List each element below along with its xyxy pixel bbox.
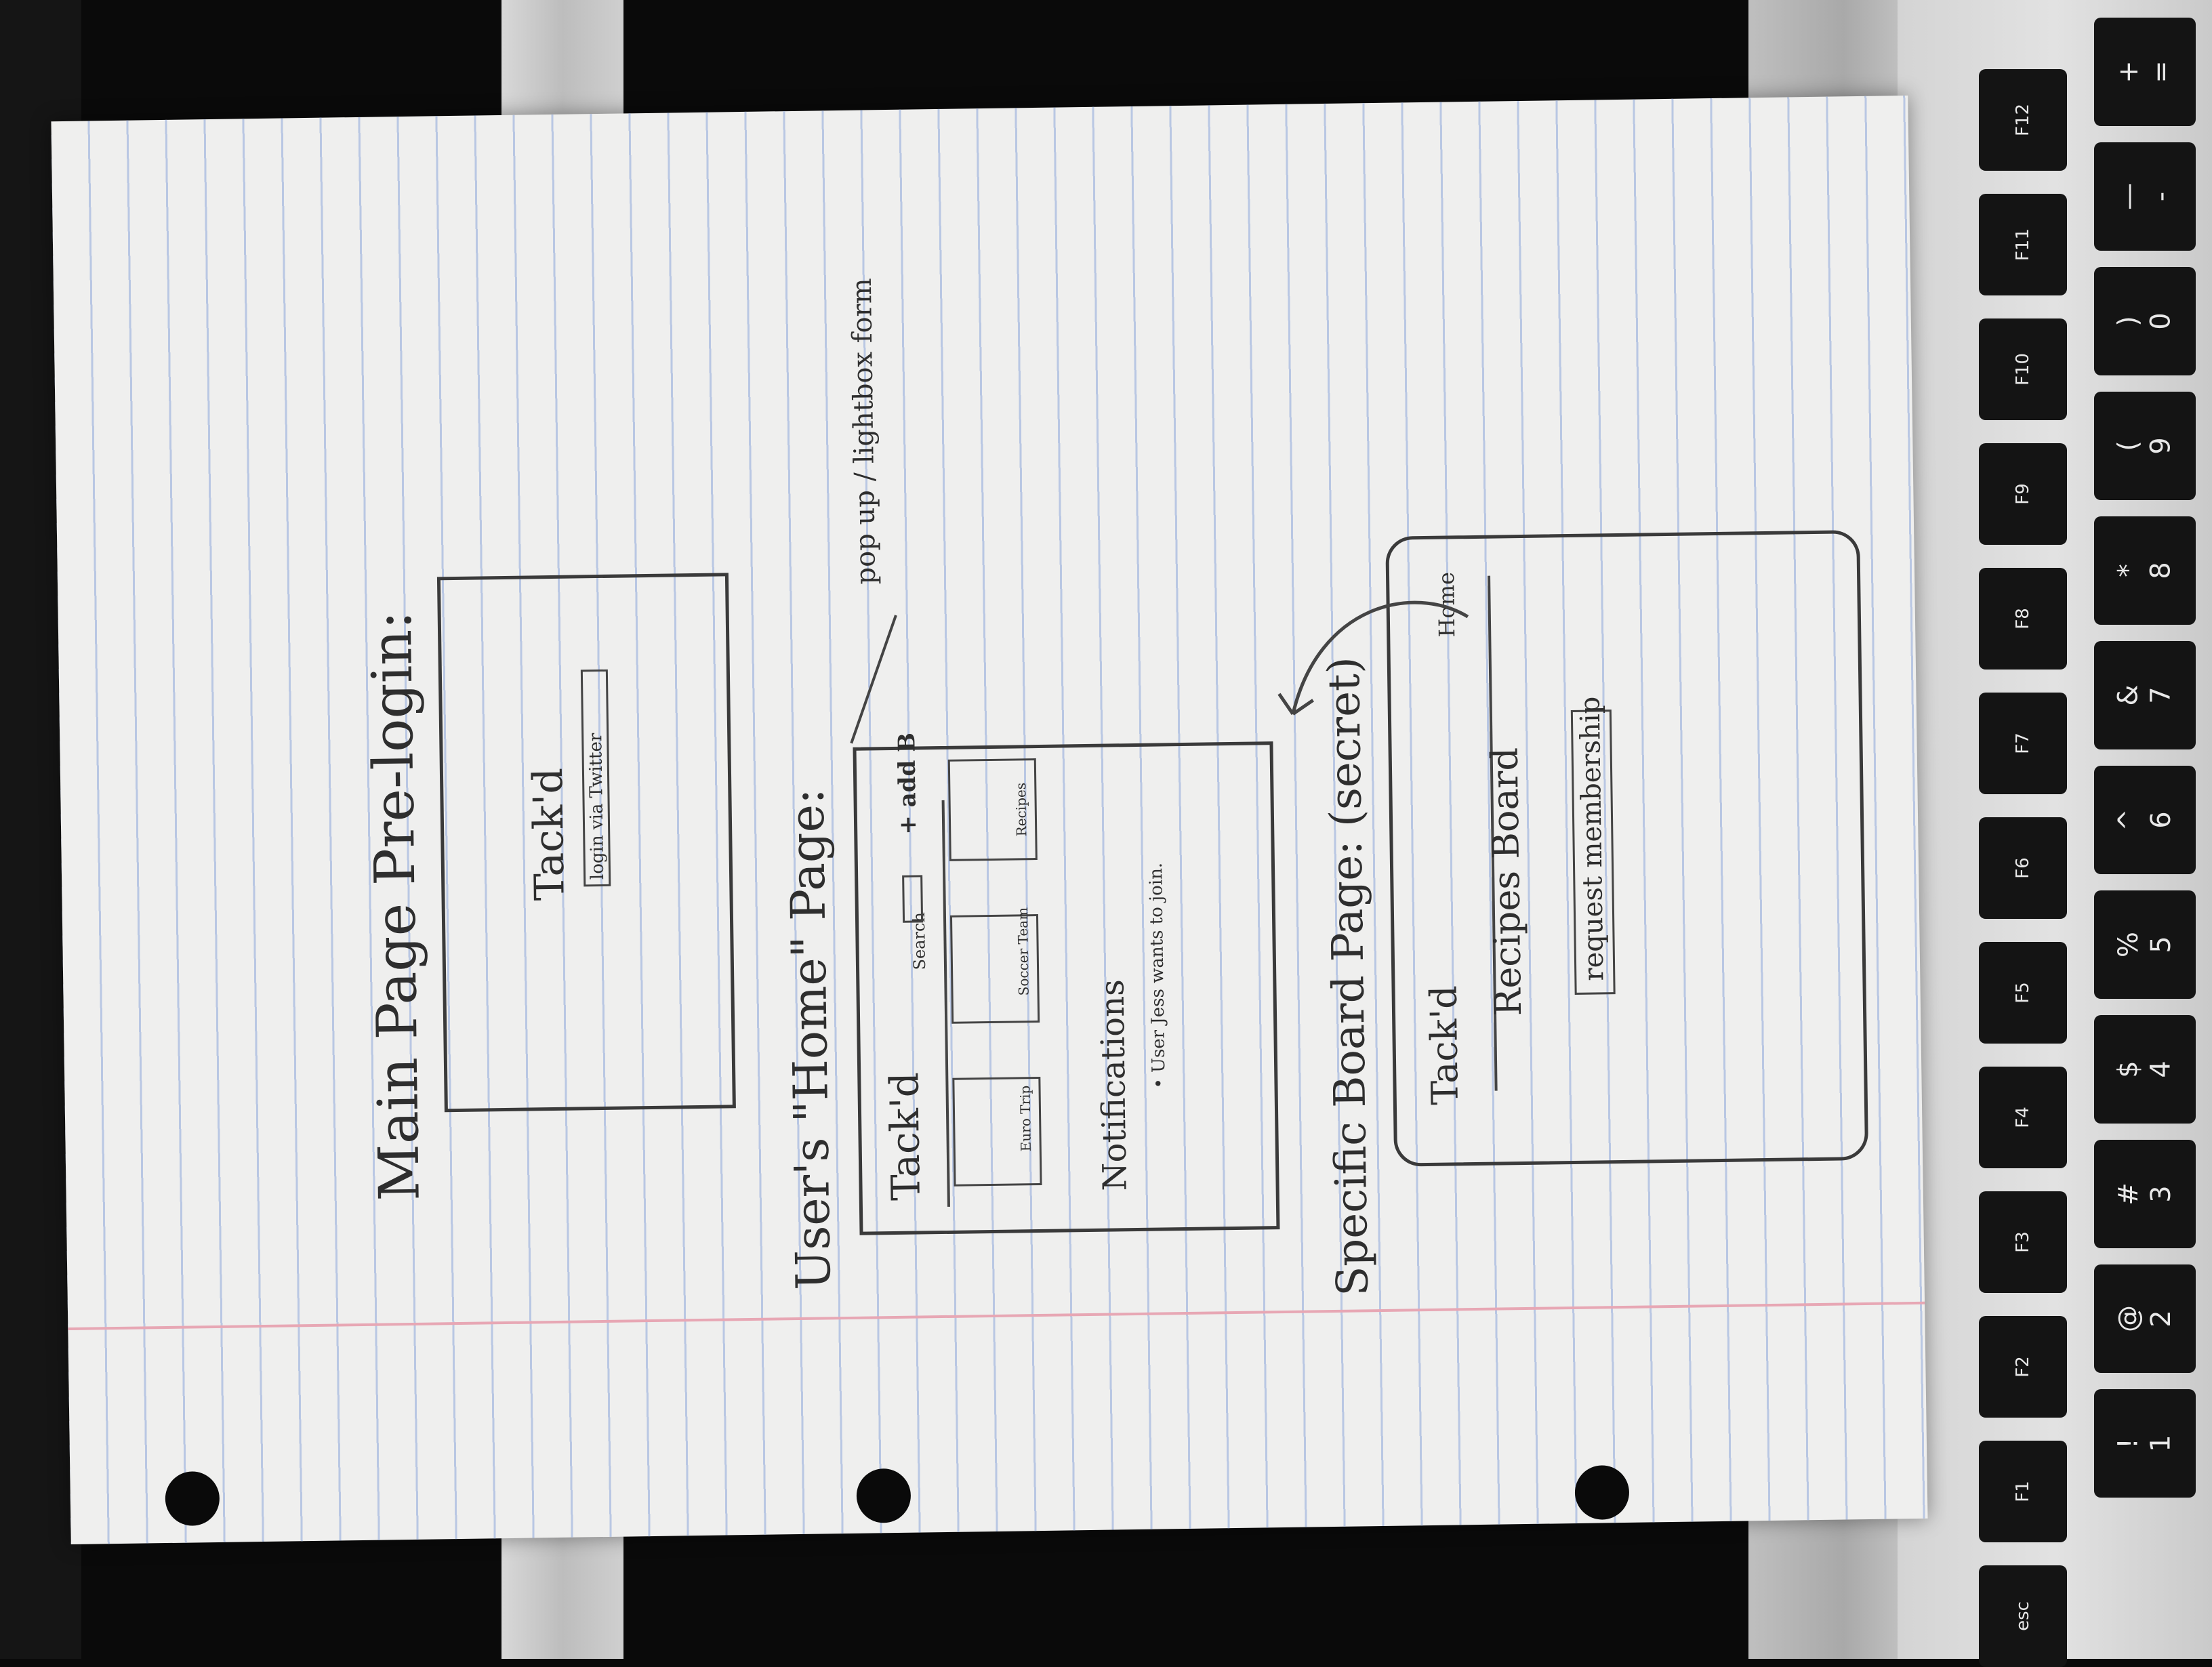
notifications-title: Notifications [1093,979,1134,1191]
login-logo: Tack'd [524,767,574,901]
number-key[interactable]: # 3 [2094,1140,2196,1248]
lightbox-annotation: pop up / lightbox form [846,278,882,585]
binder-hole [1574,1464,1630,1521]
notebook-paper: Main Page Pre-login: Tack'd login via Tw… [51,95,1928,1545]
function-key[interactable]: F10 [1979,318,2067,420]
function-key[interactable]: F8 [1979,568,2067,670]
search-input[interactable] [902,875,924,923]
function-key[interactable]: F9 [1979,443,2067,545]
board-card-label: Recipes [1012,782,1030,837]
number-key[interactable]: & 7 [2094,641,2196,749]
number-key[interactable]: ) 0 [2094,267,2196,375]
number-key[interactable]: + = [2094,18,2196,126]
function-key[interactable]: F2 [1979,1316,2067,1418]
number-key[interactable]: $ 4 [2094,1015,2196,1124]
number-key[interactable]: ! 1 [2094,1389,2196,1498]
section1-heading: Main Page Pre-login: [359,610,432,1201]
number-key[interactable]: % 5 [2094,890,2196,999]
number-key[interactable]: @ 2 [2094,1264,2196,1373]
function-key[interactable]: F5 [1979,942,2067,1044]
login-button-label: login via Twitter [586,733,609,880]
number-key[interactable]: * 8 [2094,516,2196,625]
board-title: Recipes Board [1483,747,1530,1016]
notification-item: • User Jess wants to join. [1145,862,1170,1089]
function-key[interactable]: F11 [1979,194,2067,295]
board-card-label: Euro Trip [1017,1085,1034,1152]
binder-hole [856,1468,912,1523]
number-key[interactable]: — - [2094,142,2196,251]
section2-heading: User's "Home" Page: [779,787,842,1291]
function-key[interactable]: F4 [1979,1067,2067,1168]
binder-hole [165,1470,220,1527]
annotation-arrow [850,615,897,744]
function-key[interactable]: F1 [1979,1441,2067,1542]
home-logo: Tack'd [881,1071,929,1201]
board-page-logo: Tack'd [1422,985,1467,1106]
function-key[interactable]: F12 [1979,69,2067,171]
function-key[interactable]: esc [1979,1565,2067,1667]
board-card-label: Soccer Team [1014,907,1032,996]
request-membership-label: request membership [1574,696,1610,981]
number-key[interactable]: ^ 6 [2094,766,2196,874]
add-board-button[interactable]: + add B [893,733,922,835]
function-key[interactable]: F3 [1979,1191,2067,1293]
function-key[interactable]: F7 [1979,693,2067,794]
number-key[interactable]: ( 9 [2094,392,2196,500]
function-key[interactable]: F6 [1979,817,2067,919]
margin-line [68,1301,1925,1331]
navigation-arrow [1277,600,1469,716]
